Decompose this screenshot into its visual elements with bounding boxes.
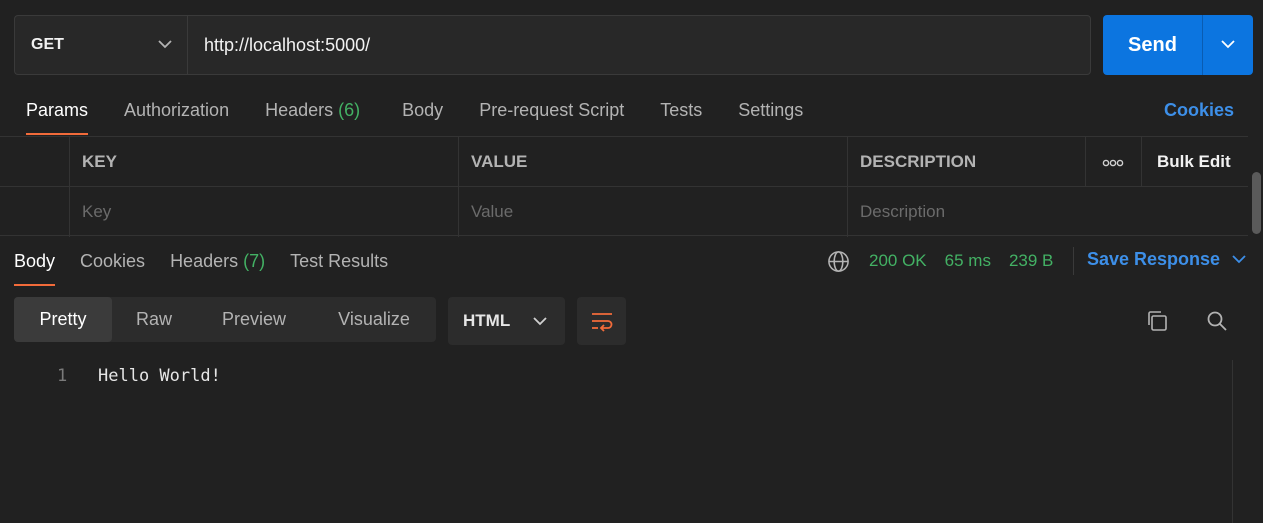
- chevron-down-icon: [533, 316, 547, 326]
- view-mode-raw[interactable]: Raw: [112, 297, 196, 342]
- tab-test-results[interactable]: Test Results: [290, 251, 388, 272]
- url-bar[interactable]: [187, 15, 1091, 75]
- wrap-lines-button[interactable]: [577, 297, 626, 345]
- tab-authorization[interactable]: Authorization: [124, 100, 229, 121]
- url-input[interactable]: [204, 34, 1064, 56]
- status-code[interactable]: 200 OK: [869, 251, 927, 271]
- headers-count: (6): [338, 100, 361, 120]
- globe-icon[interactable]: [827, 250, 850, 273]
- tab-response-cookies[interactable]: Cookies: [80, 251, 145, 272]
- method-label: GET: [31, 36, 64, 53]
- tab-label: Tests: [660, 100, 703, 120]
- save-response-button[interactable]: Save Response: [1087, 249, 1246, 270]
- tab-pre-request-script[interactable]: Pre-request Script: [479, 100, 624, 121]
- wrap-lines-icon: [590, 310, 614, 332]
- params-table-row: Key Value Description: [0, 187, 1248, 237]
- headers-count: (7): [243, 251, 266, 271]
- language-label: HTML: [463, 311, 511, 330]
- tab-label: Test Results: [290, 251, 389, 271]
- tab-label: Settings: [738, 100, 804, 120]
- send-button-group: Send: [1103, 15, 1253, 75]
- postman-request-window: GET Send Params Authorization Headers (6…: [0, 0, 1263, 523]
- cookies-link[interactable]: Cookies: [1164, 100, 1234, 121]
- response-size[interactable]: 239 B: [1009, 251, 1053, 271]
- tab-label: Body: [14, 251, 56, 271]
- chevron-down-icon: [1221, 36, 1235, 54]
- tab-response-body[interactable]: Body: [14, 251, 56, 286]
- view-mode-pretty[interactable]: Pretty: [14, 297, 112, 342]
- tab-label: Body: [402, 100, 444, 120]
- code-line: Hello World!: [98, 366, 221, 386]
- method-select[interactable]: GET: [14, 15, 188, 75]
- search-icon: [1205, 309, 1229, 333]
- tab-params[interactable]: Params: [26, 100, 89, 135]
- param-description-input[interactable]: Description: [847, 187, 1248, 237]
- column-header-key: KEY: [69, 137, 458, 187]
- view-mode-visualize[interactable]: Visualize: [312, 297, 436, 342]
- tab-label: Pre-request Script: [479, 100, 625, 120]
- chevron-down-icon: [1232, 255, 1246, 264]
- tab-body[interactable]: Body: [402, 100, 443, 121]
- send-options-button[interactable]: [1203, 15, 1253, 75]
- save-response-label: Save Response: [1087, 249, 1221, 269]
- tab-label: Cookies: [80, 251, 146, 271]
- param-value-input[interactable]: Value: [458, 187, 847, 237]
- divider: [1073, 247, 1074, 275]
- scrollbar-thumb[interactable]: [1252, 172, 1261, 234]
- params-table-header: KEY VALUE DESCRIPTION Bulk Edit: [0, 137, 1248, 187]
- tab-label: Authorization: [124, 100, 230, 120]
- view-mode-preview[interactable]: Preview: [196, 297, 312, 342]
- search-button[interactable]: [1204, 308, 1230, 334]
- response-body-editor[interactable]: 1 Hello World!: [0, 360, 1232, 523]
- send-button[interactable]: Send: [1103, 15, 1203, 75]
- request-tabs: Params Authorization Headers (6) Body Pr…: [26, 100, 803, 135]
- copy-icon: [1145, 309, 1169, 333]
- response-time[interactable]: 65 ms: [945, 251, 991, 271]
- tab-label: Headers: [170, 251, 239, 271]
- chevron-down-icon: [158, 36, 172, 54]
- tab-label: Headers: [265, 100, 334, 120]
- language-select[interactable]: HTML: [448, 297, 565, 345]
- params-scrollbar[interactable]: [1250, 136, 1263, 236]
- column-header-value: VALUE: [458, 137, 847, 187]
- view-mode-selector: Pretty Raw Preview Visualize: [14, 297, 436, 342]
- tab-response-headers[interactable]: Headers (7): [170, 251, 265, 272]
- copy-button[interactable]: [1144, 308, 1170, 334]
- tab-label: Params: [26, 100, 89, 120]
- line-number: 1: [57, 366, 68, 386]
- column-header-description: DESCRIPTION: [847, 137, 1085, 187]
- param-key-input[interactable]: Key: [69, 187, 458, 237]
- response-meta: 200 OK 65 ms 239 B: [827, 247, 1053, 275]
- response-tabs: Body Cookies Headers (7) Test Results: [14, 251, 388, 286]
- tab-settings[interactable]: Settings: [738, 100, 803, 121]
- tab-tests[interactable]: Tests: [660, 100, 702, 121]
- tab-headers[interactable]: Headers (6): [265, 100, 360, 121]
- more-icon: [1102, 152, 1124, 172]
- more-options-button[interactable]: [1085, 137, 1141, 187]
- params-table: KEY VALUE DESCRIPTION Bulk Edit Key Valu…: [0, 136, 1248, 237]
- editor-scrollbar[interactable]: [1232, 360, 1263, 523]
- bulk-edit-button[interactable]: Bulk Edit: [1141, 137, 1248, 187]
